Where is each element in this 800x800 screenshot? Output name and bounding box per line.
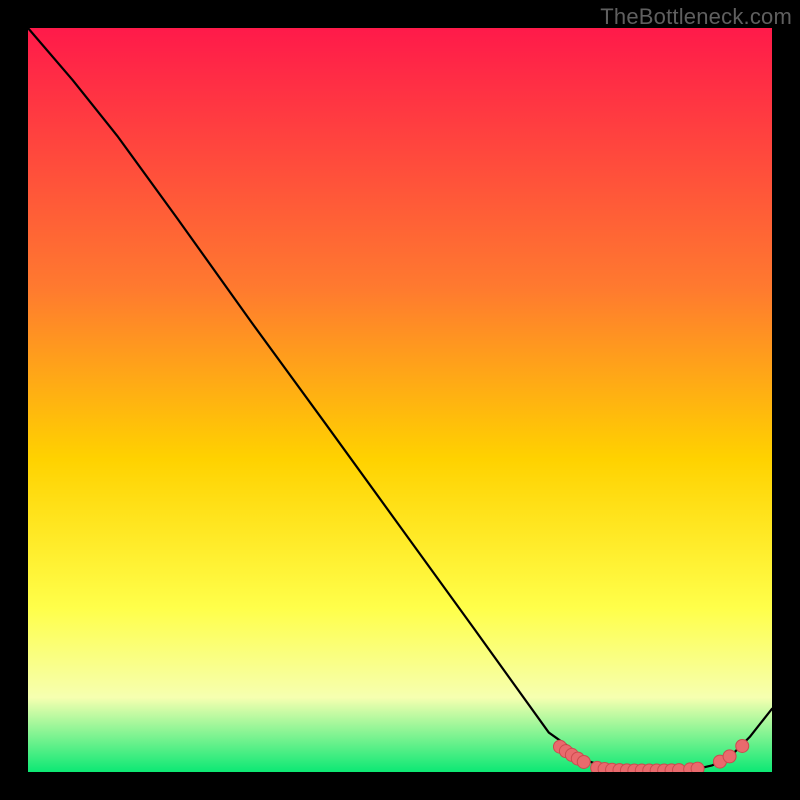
watermark-text: TheBottleneck.com (600, 4, 792, 30)
gradient-background (28, 28, 772, 772)
data-marker (723, 750, 736, 763)
plot-area (28, 28, 772, 772)
data-marker (736, 739, 749, 752)
data-marker (577, 755, 590, 768)
plot-svg (28, 28, 772, 772)
data-marker (691, 762, 704, 772)
chart-container: TheBottleneck.com (0, 0, 800, 800)
